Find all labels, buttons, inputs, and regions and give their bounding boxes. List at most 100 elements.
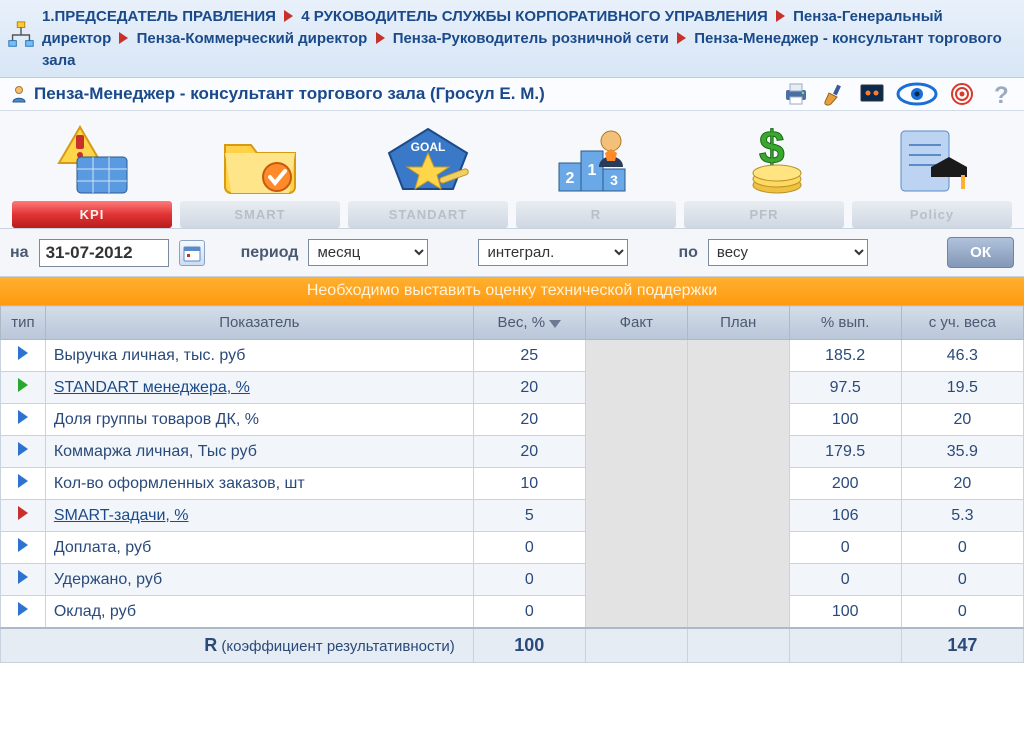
goal-star-icon: GOAL: [383, 121, 473, 201]
org-chart-icon: [6, 20, 36, 50]
row-type-icon: [1, 532, 46, 564]
col-weighted[interactable]: с уч. веса: [901, 306, 1023, 340]
row-type-icon: [1, 564, 46, 596]
period-label: период: [241, 244, 299, 262]
monitor-icon[interactable]: [858, 82, 886, 106]
table-row[interactable]: Коммаржа личная, Тыс руб20179.535.9: [1, 436, 1024, 468]
row-indicator[interactable]: Доля группы товаров ДК, %: [45, 404, 473, 436]
table-row[interactable]: Удержано, руб000: [1, 564, 1024, 596]
row-pct: 179.5: [789, 436, 901, 468]
table-row[interactable]: Выручка личная, тыс. руб25185.246.3: [1, 340, 1024, 372]
row-indicator[interactable]: Доплата, руб: [45, 532, 473, 564]
row-fact: [585, 404, 687, 436]
row-pct: 97.5: [789, 372, 901, 404]
breadcrumb-item[interactable]: Пенза-Коммерческий директор: [137, 30, 368, 47]
row-indicator[interactable]: Коммаржа личная, Тыс руб: [45, 436, 473, 468]
triangle-blue-icon: [18, 442, 28, 456]
row-fact: [585, 564, 687, 596]
print-icon[interactable]: [782, 82, 810, 106]
col-weight[interactable]: Вес, %: [473, 306, 585, 340]
row-weight: 20: [473, 372, 585, 404]
table-row[interactable]: Доля группы товаров ДК, %2010020: [1, 404, 1024, 436]
col-indicator[interactable]: Показатель: [45, 306, 473, 340]
warning-banner: Необходимо выставить оценку технической …: [0, 277, 1024, 305]
row-plan: [687, 468, 789, 500]
date-input[interactable]: [39, 239, 169, 267]
tab-standart[interactable]: GOAL STANDART: [348, 121, 508, 228]
row-type-icon: [1, 436, 46, 468]
row-weighted: 20: [901, 468, 1023, 500]
col-fact[interactable]: Факт: [585, 306, 687, 340]
row-type-icon: [1, 596, 46, 629]
row-pct: 100: [789, 596, 901, 629]
tab-smart[interactable]: SMART: [180, 121, 340, 228]
brush-icon[interactable]: [820, 82, 848, 106]
row-plan: [687, 500, 789, 532]
triangle-green-icon: [18, 378, 28, 392]
tab-kpi[interactable]: KPI: [12, 121, 172, 228]
table-row[interactable]: STANDART менеджера, %20 97.519.5: [1, 372, 1024, 404]
col-type[interactable]: тип: [1, 306, 46, 340]
svg-text:?: ?: [994, 82, 1009, 106]
period-select[interactable]: месяц: [308, 239, 428, 266]
sort-desc-icon: [549, 320, 561, 328]
help-icon[interactable]: ?: [986, 82, 1014, 106]
target-icon[interactable]: [948, 82, 976, 106]
by-select[interactable]: весу: [708, 239, 868, 266]
row-weighted: 20: [901, 404, 1023, 436]
table-row[interactable]: SMART-задачи, %51065.3: [1, 500, 1024, 532]
col-plan[interactable]: План: [687, 306, 789, 340]
total-row: R (коэффициент результативности) 100 147: [1, 628, 1024, 663]
ok-button[interactable]: ОК: [947, 237, 1014, 268]
row-indicator[interactable]: Кол-во оформленных заказов, шт: [45, 468, 473, 500]
table-row[interactable]: Доплата, руб000: [1, 532, 1024, 564]
table-row[interactable]: Кол-во оформленных заказов, шт1020020: [1, 468, 1024, 500]
row-weighted: 0: [901, 564, 1023, 596]
row-plan: [687, 404, 789, 436]
mode-select[interactable]: интеграл.: [478, 239, 628, 266]
col-pct[interactable]: % вып.: [789, 306, 901, 340]
row-weighted: 19.5: [901, 372, 1023, 404]
row-indicator[interactable]: SMART-задачи, %: [45, 500, 473, 532]
triangle-red-icon: [18, 506, 28, 520]
triangle-blue-icon: [18, 474, 28, 488]
row-fact: [585, 372, 687, 404]
eye-icon[interactable]: [896, 82, 938, 106]
filter-bar: на период месяц интеграл. по весу ОК: [0, 229, 1024, 277]
row-indicator[interactable]: Удержано, руб: [45, 564, 473, 596]
row-weight: 0: [473, 532, 585, 564]
row-pct: 0: [789, 564, 901, 596]
tab-label: R: [516, 201, 676, 228]
calendar-button[interactable]: [179, 240, 205, 266]
breadcrumb-item[interactable]: 1.ПРЕДСЕДАТЕЛЬ ПРАВЛЕНИЯ: [42, 8, 276, 25]
total-label: R (коэффициент результативности): [1, 628, 474, 663]
breadcrumb-item[interactable]: 4 РУКОВОДИТЕЛЬ СЛУЖБЫ КОРПОРАТИВНОГО УПР…: [301, 8, 768, 25]
svg-text:2: 2: [566, 170, 575, 187]
row-type-icon: [1, 404, 46, 436]
row-indicator[interactable]: Выручка личная, тыс. руб: [45, 340, 473, 372]
breadcrumb-item[interactable]: Пенза-Руководитель розничной сети: [393, 30, 669, 47]
kpi-icon: [47, 121, 137, 201]
row-weight: 0: [473, 564, 585, 596]
tab-label: KPI: [12, 201, 172, 228]
row-fact: [585, 436, 687, 468]
row-indicator[interactable]: Оклад, руб: [45, 596, 473, 629]
row-weighted: 46.3: [901, 340, 1023, 372]
tab-r[interactable]: 2 1 3 R: [516, 121, 676, 228]
row-type-icon: [1, 468, 46, 500]
row-type-icon: [1, 340, 46, 372]
triangle-blue-icon: [18, 538, 28, 552]
row-type-icon: [1, 500, 46, 532]
breadcrumb-text[interactable]: 1.ПРЕДСЕДАТЕЛЬ ПРАВЛЕНИЯ 4 РУКОВОДИТЕЛЬ …: [42, 6, 1014, 71]
tab-pfr[interactable]: $ PFR: [684, 121, 844, 228]
date-label: на: [10, 244, 29, 262]
by-label: по: [678, 244, 697, 262]
triangle-blue-icon: [18, 346, 28, 360]
triangle-blue-icon: [18, 410, 28, 424]
total-weight: 100: [473, 628, 585, 663]
tab-policy[interactable]: Policy: [852, 121, 1012, 228]
row-type-icon: [1, 372, 46, 404]
row-weight: 0: [473, 596, 585, 629]
table-row[interactable]: Оклад, руб01000: [1, 596, 1024, 629]
row-indicator[interactable]: STANDART менеджера, %: [45, 372, 473, 404]
